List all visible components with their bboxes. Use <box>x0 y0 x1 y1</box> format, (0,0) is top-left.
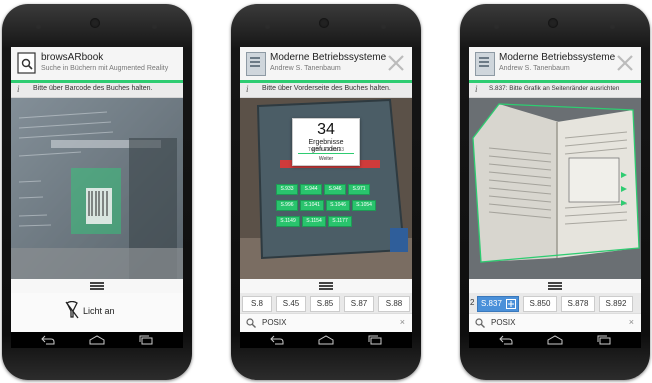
result-card[interactable]: 34 Ergebnisse gefunden Treffer 23 bis 33… <box>292 118 360 166</box>
phone-1: browsARbook Suche in Büchern mit Augment… <box>2 4 192 380</box>
book-author: Andrew S. Tanenbaum <box>499 65 570 72</box>
page-tag[interactable]: S.944 <box>300 184 322 195</box>
close-icon[interactable] <box>386 53 406 73</box>
bookmark-add-icon[interactable] <box>506 299 516 309</box>
book-author: Andrew S. Tanenbaum <box>270 65 341 72</box>
page-chip-row: 2 S.837 S.850 S.878 S.892 <box>469 293 641 313</box>
next-button[interactable]: Weiter <box>293 156 359 162</box>
page-chip[interactable]: S.45 <box>276 296 306 312</box>
light-toggle[interactable]: Licht an <box>11 293 183 332</box>
book-cover-icon <box>475 52 495 76</box>
page-chip[interactable]: S.878 <box>561 296 595 312</box>
app-logo-icon <box>17 52 37 74</box>
search-icon <box>246 318 256 328</box>
info-bar: i Bitte über Vorderseite des Buches halt… <box>240 83 412 98</box>
front-camera <box>90 18 100 28</box>
page-tag[interactable]: S.1154 <box>302 216 326 227</box>
info-bar: i S.837: Bitte Grafik an Seitenränder au… <box>469 83 641 98</box>
clear-search-icon[interactable]: × <box>400 317 405 327</box>
front-sensor <box>36 24 41 29</box>
result-count: 34 <box>317 121 335 138</box>
info-icon: i <box>17 84 20 94</box>
page-tag[interactable]: S.1177 <box>328 216 352 227</box>
info-text: S.837: Bitte Grafik an Seitenränder ausr… <box>489 85 620 92</box>
phone-3: Moderne Betriebssysteme Andrew S. Tanenb… <box>460 4 650 380</box>
page-tag[interactable]: S.996 <box>276 200 298 211</box>
light-label: Licht an <box>83 306 115 316</box>
screen: browsARbook Suche in Büchern mit Augment… <box>11 47 183 348</box>
page-chip-row: S.8 S.45 S.85 S.87 S.88 <box>240 293 412 313</box>
recents-icon[interactable] <box>139 335 153 345</box>
page-chip-partial: 2 <box>470 298 475 307</box>
camera-view[interactable] <box>469 98 641 279</box>
drawer-handle[interactable] <box>240 279 412 293</box>
back-icon[interactable] <box>41 335 55 345</box>
page-chip-label: S.837 <box>481 299 502 308</box>
info-text: Bitte über Vorderseite des Buches halten… <box>262 85 391 92</box>
app-title: browsARbook <box>41 52 104 63</box>
back-icon[interactable] <box>499 335 513 345</box>
camera-view[interactable]: 34 Ergebnisse gefunden Treffer 23 bis 33… <box>240 98 412 279</box>
camera-view[interactable] <box>11 98 183 279</box>
front-camera <box>319 18 329 28</box>
recents-icon[interactable] <box>597 335 611 345</box>
app-bar: Moderne Betriebssysteme Andrew S. Tanenb… <box>240 47 412 80</box>
home-icon[interactable] <box>89 335 105 345</box>
front-sensor <box>494 24 499 29</box>
info-icon: i <box>475 84 478 94</box>
clear-search-icon[interactable]: × <box>629 317 634 327</box>
search-icon <box>475 318 485 328</box>
search-bar[interactable]: POSIX × <box>469 313 641 333</box>
book-title: Moderne Betriebssysteme <box>270 52 387 63</box>
search-input[interactable]: POSIX <box>491 318 515 327</box>
page-tag[interactable]: S.933 <box>276 184 298 195</box>
book-title: Moderne Betriebssysteme <box>499 52 616 63</box>
android-navbar <box>240 332 412 348</box>
info-icon: i <box>246 84 249 94</box>
result-divider <box>298 153 354 154</box>
app-bar: Moderne Betriebssysteme Andrew S. Tanenb… <box>469 47 641 80</box>
front-sensor <box>381 24 386 29</box>
flashlight-icon <box>65 300 79 319</box>
back-icon[interactable] <box>270 335 284 345</box>
search-bar[interactable]: POSIX × <box>240 313 412 333</box>
phone-2: Moderne Betriebssysteme Andrew S. Tanenb… <box>231 4 421 380</box>
page-chip[interactable]: S.85 <box>310 296 340 312</box>
front-camera <box>548 18 558 28</box>
page-tag[interactable]: S.971 <box>348 184 370 195</box>
page-chip[interactable]: S.88 <box>378 296 410 312</box>
page-tag[interactable]: S.1149 <box>276 216 300 227</box>
app-subtitle: Suche in Büchern mit Augmented Reality <box>41 65 169 72</box>
close-icon[interactable] <box>615 53 635 73</box>
front-sensor <box>152 24 157 29</box>
menu-icon <box>90 282 104 284</box>
home-icon[interactable] <box>547 335 563 345</box>
drawer-handle[interactable] <box>469 279 641 293</box>
menu-icon <box>319 282 333 284</box>
search-input[interactable]: POSIX <box>262 318 286 327</box>
menu-icon <box>548 282 562 284</box>
drawer-handle[interactable] <box>11 279 183 293</box>
page-chip[interactable]: S.850 <box>523 296 557 312</box>
page-chip[interactable]: S.87 <box>344 296 374 312</box>
book-cover-icon <box>246 52 266 76</box>
page-chip-selected[interactable]: S.837 <box>477 296 519 312</box>
info-bar: i Bitte über Barcode des Buches halten. <box>11 83 183 98</box>
front-sensor <box>610 24 615 29</box>
android-navbar <box>469 332 641 348</box>
info-text: Bitte über Barcode des Buches halten. <box>33 85 153 92</box>
page-tag[interactable]: S.1046 <box>326 200 350 211</box>
screen: Moderne Betriebssysteme Andrew S. Tanenb… <box>469 47 641 348</box>
page-chip[interactable]: S.8 <box>242 296 272 312</box>
page-tag[interactable]: S.946 <box>324 184 346 195</box>
home-icon[interactable] <box>318 335 334 345</box>
page-tag[interactable]: S.1041 <box>300 200 324 211</box>
recents-icon[interactable] <box>368 335 382 345</box>
page-tag[interactable]: S.1054 <box>352 200 376 211</box>
front-sensor <box>265 24 270 29</box>
page-chip[interactable]: S.892 <box>599 296 633 312</box>
app-bar: browsARbook Suche in Büchern mit Augment… <box>11 47 183 80</box>
screen: Moderne Betriebssysteme Andrew S. Tanenb… <box>240 47 412 348</box>
android-navbar <box>11 332 183 348</box>
